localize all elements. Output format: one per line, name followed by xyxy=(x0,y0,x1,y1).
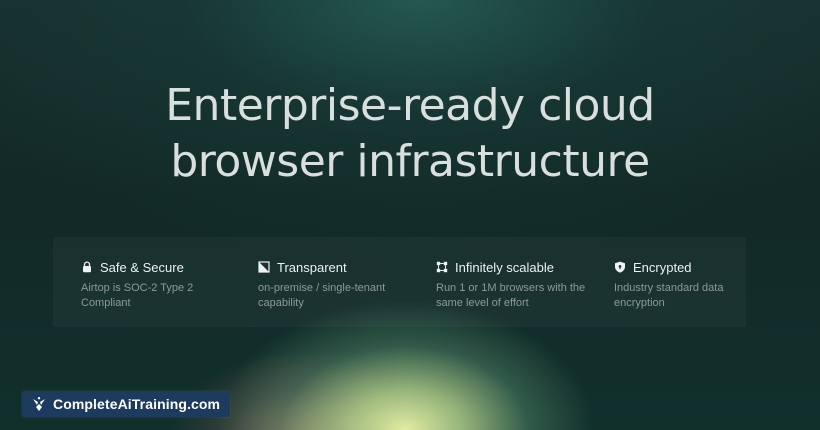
brand-text: CompleteAiTraining.com xyxy=(53,396,221,412)
hero-headline-line-1: Enterprise-ready cloud xyxy=(165,80,655,131)
shield-icon xyxy=(614,261,626,273)
feature-encrypted: Encrypted Industry standard data encrypt… xyxy=(614,258,784,311)
feature-title: Transparent xyxy=(277,259,347,275)
feature-safe-secure: Safe & Secure Airtop is SOC-2 Type 2 Com… xyxy=(81,258,251,311)
feature-infinitely-scalable: Infinitely scalable Run 1 or 1M browsers… xyxy=(436,258,606,311)
feature-description: Industry standard data encryption xyxy=(614,282,724,309)
transparent-icon xyxy=(258,261,270,273)
hero-headline: Enterprise-ready cloud browser infrastru… xyxy=(0,78,820,190)
features-panel: Safe & Secure Airtop is SOC-2 Type 2 Com… xyxy=(53,237,746,327)
scale-icon xyxy=(436,261,448,273)
lock-icon xyxy=(81,261,93,273)
brand-badge-link[interactable]: CompleteAiTraining.com xyxy=(22,391,231,417)
hero-headline-line-2: browser infrastructure xyxy=(170,136,650,187)
feature-title: Encrypted xyxy=(633,259,692,275)
feature-description: on-premise / single-tenant capability xyxy=(258,282,386,309)
feature-description: Airtop is SOC-2 Type 2 Compliant xyxy=(81,282,194,309)
feature-transparent: Transparent on-premise / single-tenant c… xyxy=(258,258,428,311)
sparkle-logo-icon xyxy=(31,396,47,412)
feature-title: Infinitely scalable xyxy=(455,259,554,275)
feature-title: Safe & Secure xyxy=(100,259,184,275)
feature-description: Run 1 or 1M browsers with the same level… xyxy=(436,282,586,309)
